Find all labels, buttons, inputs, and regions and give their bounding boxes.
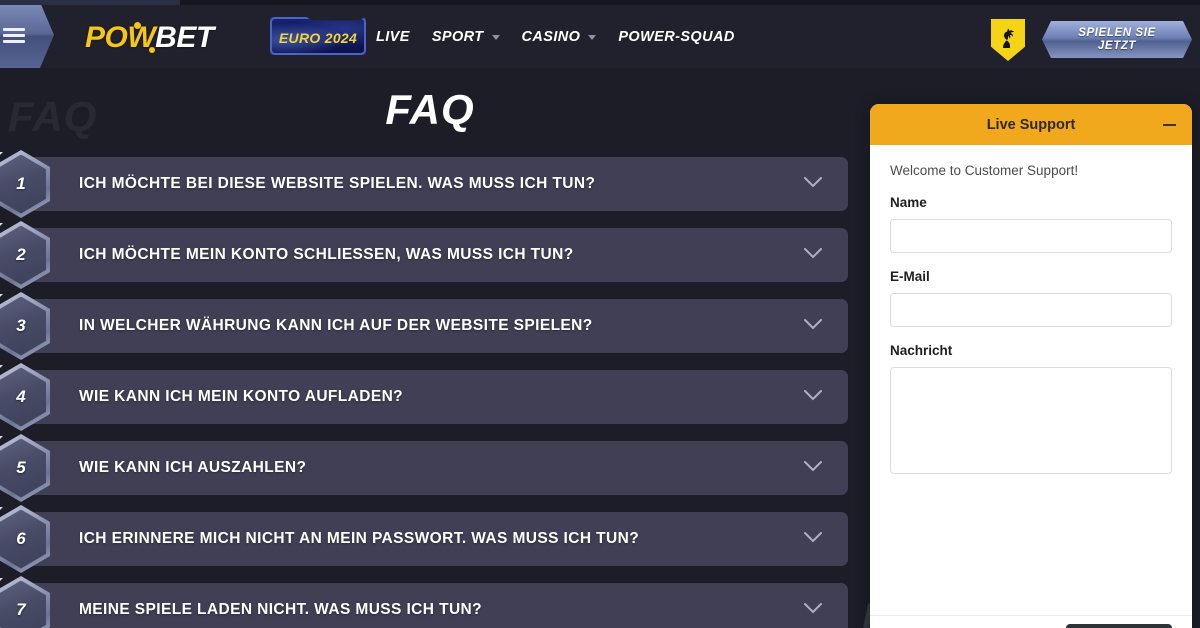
faq-item-2[interactable]: ICH MÖCHTE MEIN KONTO SCHLIESSEN, WAS MU… <box>0 221 860 289</box>
name-label: Name <box>890 195 927 210</box>
faq-question-text: ICH MÖCHTE MEIN KONTO SCHLIESSEN, WAS MU… <box>79 246 574 263</box>
welcome-message: Welcome to Customer Support! <box>890 163 1079 178</box>
hamburger-menu-icon <box>3 25 25 46</box>
logo-dot-secondary-icon <box>149 47 155 53</box>
faq-item-bar: ICH ERINNERE MICH NICHT AN MEIN PASSWORT… <box>17 512 848 566</box>
faq-number-badge: 3 <box>0 292 50 360</box>
faq-item-7[interactable]: MEINE SPIELE LADEN NICHT. WAS MUSS ICH T… <box>0 576 860 628</box>
nav-item-sport[interactable]: SPORT <box>432 29 500 45</box>
minimize-icon[interactable] <box>1163 123 1176 126</box>
faq-number-badge: 7 <box>0 576 50 628</box>
start-chat-button[interactable]: Chat starten <box>1066 623 1172 628</box>
live-support-header: Live Support <box>870 104 1192 145</box>
main-navigation: LIVE SPORT CASINO POWER-SQUAD <box>376 5 735 68</box>
top-strip-left-segment <box>0 0 180 5</box>
faq-number-badge: 5 <box>0 434 50 502</box>
play-now-label-line1: SPIELEN SIE <box>1078 26 1156 39</box>
faq-item-bar: WIE KANN ICH AUSZAHLEN? <box>17 441 848 495</box>
message-label: Nachricht <box>890 343 953 358</box>
chevron-down-icon <box>588 35 597 40</box>
chevron-down-icon[interactable] <box>804 246 822 264</box>
live-support-title: Live Support <box>986 116 1076 133</box>
chevron-down-icon[interactable] <box>804 459 822 477</box>
faq-item-bar: MEINE SPIELE LADEN NICHT. WAS MUSS ICH T… <box>17 583 848 628</box>
faq-number: 7 <box>16 600 26 619</box>
faq-item-bar: WIE KANN ICH MEIN KONTO AUFLADEN? <box>17 370 848 424</box>
nav-label-live: LIVE <box>376 28 410 45</box>
euro-2024-badge[interactable]: EURO 2024 <box>270 17 366 55</box>
play-now-label-line2: JETZT <box>1097 39 1137 52</box>
page-title-text: FAQ <box>385 86 475 133</box>
chevron-down-icon[interactable] <box>804 317 822 335</box>
nav-label-sport: SPORT <box>431 28 484 45</box>
chevron-down-icon[interactable] <box>804 388 822 406</box>
faq-item-bar: ICH MÖCHTE MEIN KONTO SCHLIESSEN, WAS MU… <box>17 228 848 282</box>
site-logo[interactable]: POWBET <box>85 21 214 55</box>
play-now-button[interactable]: SPIELEN SIE JETZT <box>1042 21 1192 58</box>
faq-item-bar: ICH MÖCHTE BEI DIESE WEBSITE SPIELEN. WA… <box>17 157 848 211</box>
faq-question-text: MEINE SPIELE LADEN NICHT. WAS MUSS ICH T… <box>79 601 482 618</box>
faq-question-text: IN WELCHER WÄHRUNG KANN ICH AUF DER WEBS… <box>79 317 593 334</box>
faq-number: 5 <box>16 458 26 477</box>
faq-item-6[interactable]: ICH ERINNERE MICH NICHT AN MEIN PASSWORT… <box>0 505 860 573</box>
faq-number-badge: 6 <box>0 505 50 573</box>
faq-question-text: ICH ERINNERE MICH NICHT AN MEIN PASSWORT… <box>79 530 640 547</box>
faq-question-text: WIE KANN ICH MEIN KONTO AUFLADEN? <box>79 388 404 405</box>
faq-item-1[interactable]: ICH MÖCHTE BEI DIESE WEBSITE SPIELEN. WA… <box>0 150 860 218</box>
faq-number: 6 <box>16 529 26 548</box>
faq-item-5[interactable]: WIE KANN ICH AUSZAHLEN? 5 <box>0 434 860 502</box>
chevron-down-icon <box>491 35 500 40</box>
top-strip <box>0 0 1200 5</box>
nav-label-casino: CASINO <box>521 28 581 45</box>
live-support-body: Welcome to Customer Support! Name E-Mail… <box>870 145 1192 479</box>
ferrari-shield-icon[interactable] <box>991 19 1025 61</box>
logo-text-bet: BET <box>155 21 214 54</box>
faq-number: 1 <box>16 174 26 193</box>
faq-question-text: ICH MÖCHTE BEI DIESE WEBSITE SPIELEN. WA… <box>79 175 596 192</box>
hamburger-menu-button[interactable] <box>0 2 54 68</box>
nav-item-casino[interactable]: CASINO <box>522 29 597 45</box>
faq-item-4[interactable]: WIE KANN ICH MEIN KONTO AUFLADEN? 4 <box>0 363 860 431</box>
site-header: POWBET EURO 2024 LIVE SPORT CASINO POWER… <box>0 2 1200 68</box>
faq-number-badge: 1 <box>0 150 50 218</box>
faq-list: ICH MÖCHTE BEI DIESE WEBSITE SPIELEN. WA… <box>0 150 860 628</box>
chevron-down-icon[interactable] <box>804 175 822 193</box>
faq-number: 2 <box>16 245 26 264</box>
faq-number-badge: 4 <box>0 363 50 431</box>
nav-label-power-squad: POWER-SQUAD <box>618 28 735 45</box>
chevron-down-icon[interactable] <box>804 530 822 548</box>
faq-item-3[interactable]: IN WELCHER WÄHRUNG KANN ICH AUF DER WEBS… <box>0 292 860 360</box>
nav-item-power-squad[interactable]: POWER-SQUAD <box>618 29 734 45</box>
name-input[interactable] <box>890 219 1172 253</box>
faq-number: 3 <box>16 316 26 335</box>
faq-number: 4 <box>16 387 26 406</box>
chevron-down-icon[interactable] <box>804 601 822 619</box>
email-input[interactable] <box>890 293 1172 327</box>
page-title-shadow: FAQ <box>8 93 98 140</box>
nav-item-live[interactable]: LIVE <box>376 29 410 45</box>
faq-question-text: WIE KANN ICH AUSZAHLEN? <box>79 459 307 476</box>
logo-text-pow: POW <box>85 21 156 54</box>
message-input[interactable] <box>890 367 1172 474</box>
live-support-footer: Chat starten <box>870 615 1192 628</box>
email-label: E-Mail <box>890 269 930 284</box>
faq-number-badge: 2 <box>0 221 50 289</box>
faq-item-bar: IN WELCHER WÄHRUNG KANN ICH AUF DER WEBS… <box>17 299 848 353</box>
live-support-widget: Live Support Welcome to Customer Support… <box>870 104 1192 628</box>
euro-2024-label: EURO 2024 <box>278 29 358 46</box>
page-title: FAQ FAQ <box>0 86 860 140</box>
